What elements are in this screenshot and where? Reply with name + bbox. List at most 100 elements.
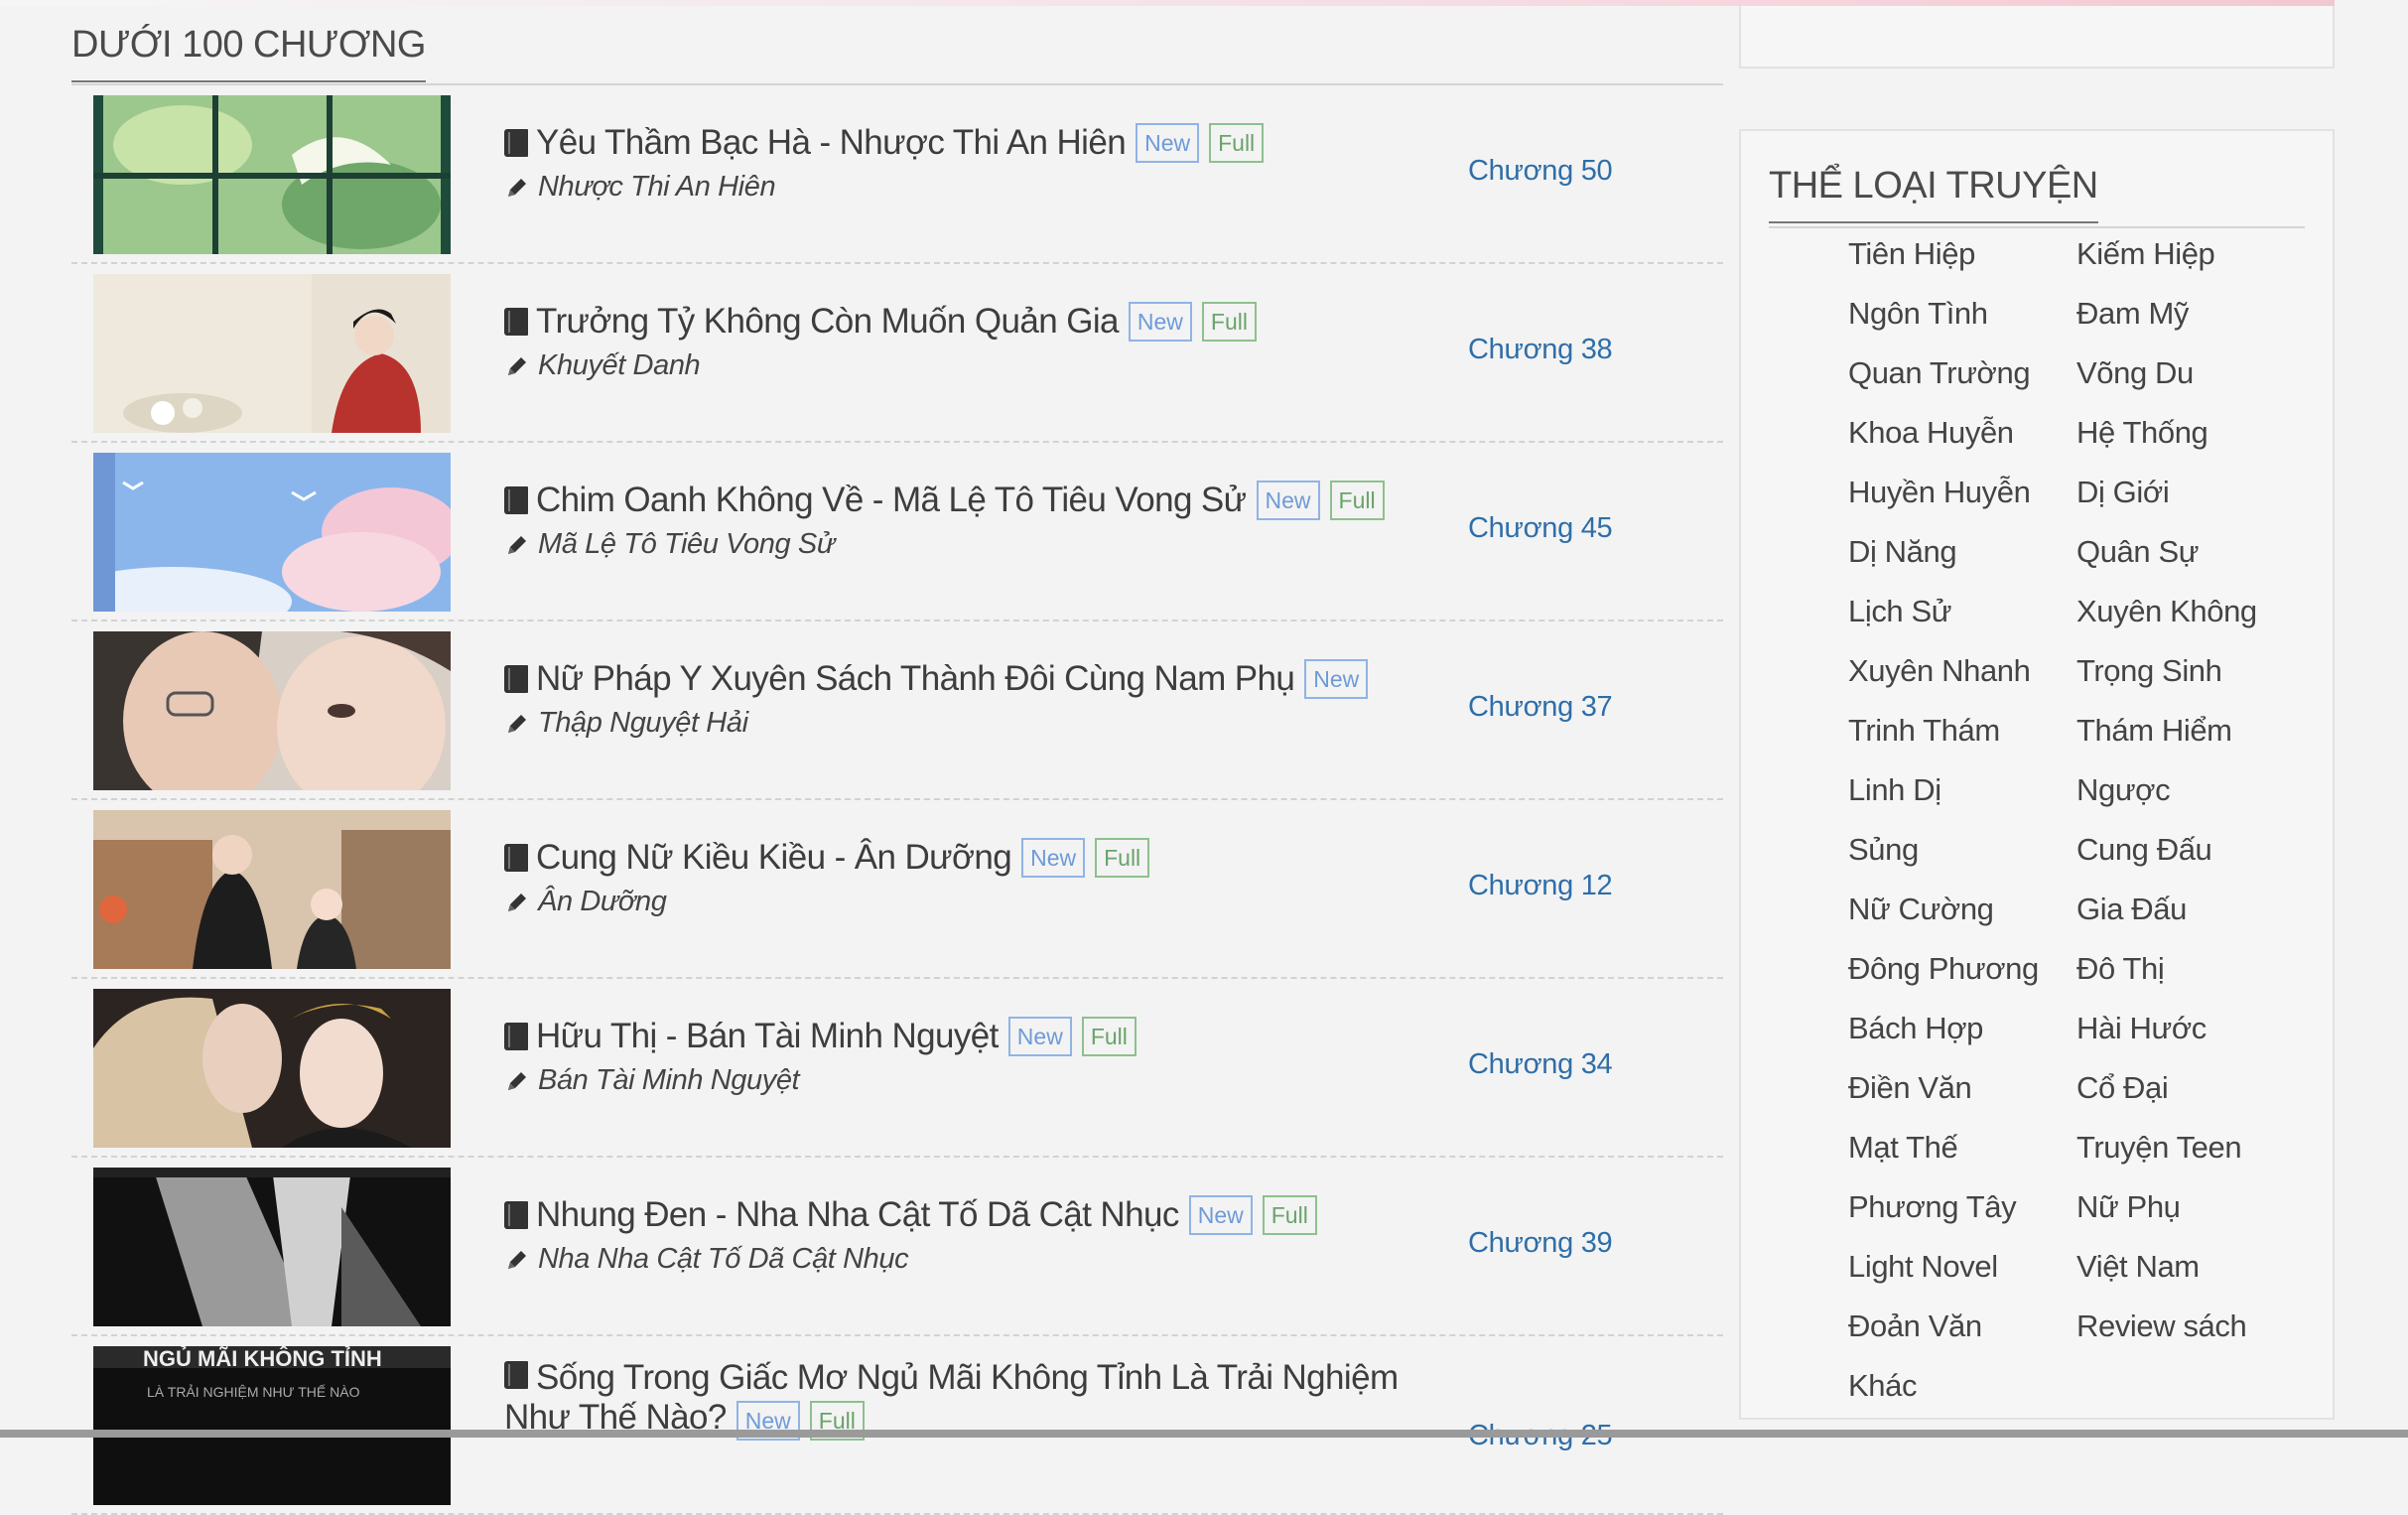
story-row: Nhung Đen - Nha Nha Cật Tố Dã Cật Nhục Ne… [71, 1158, 1723, 1336]
genre-link[interactable]: Điền Văn [1848, 1058, 2076, 1118]
genre-link[interactable]: Ngôn Tình [1848, 284, 2076, 344]
book-icon [504, 665, 528, 693]
pencil-icon [508, 535, 526, 554]
genre-link[interactable]: Tiên Hiệp [1848, 224, 2076, 284]
book-icon [504, 1201, 528, 1229]
genre-link[interactable]: Gia Đấu [2076, 880, 2305, 939]
genre-link[interactable]: Võng Du [2076, 344, 2305, 403]
latest-chapter-link[interactable]: Chương 50 [1468, 155, 1613, 188]
genre-link[interactable]: Khoa Huyễn [1848, 403, 2076, 463]
story-author: Mã Lệ Tô Tiêu Vong Sử [504, 528, 835, 561]
story-list-section: DƯỚI 100 CHƯƠNG Yêu Thầm Bạc Hà - Nhược … [71, 6, 1723, 1515]
story-cover-thumbnail[interactable]: NGỦ MÃI KHÔNG TỈNH LÀ TRẢI NGHIỆM NHƯ THẾ… [93, 1346, 451, 1505]
story-cover-thumbnail[interactable] [93, 453, 451, 612]
book-icon [504, 844, 528, 872]
genre-link[interactable]: Review sách [2076, 1297, 2305, 1356]
genre-link[interactable]: Lịch Sử [1848, 582, 2076, 641]
new-badge: New [1304, 659, 1369, 699]
genre-link[interactable]: Truyện Teen [2076, 1118, 2305, 1177]
section-header: DƯỚI 100 CHƯƠNG [71, 6, 1723, 85]
genre-link[interactable]: Bách Hợp [1848, 999, 2076, 1058]
story-author: Khuyết Danh [504, 349, 701, 382]
genre-link[interactable]: Trinh Thám [1848, 701, 2076, 760]
genre-link[interactable]: Kiếm Hiệp [2076, 224, 2305, 284]
genre-link[interactable]: Trọng Sinh [2076, 641, 2305, 701]
pencil-icon [508, 1250, 526, 1269]
story-title-link[interactable]: Trưởng Tỷ Không Còn Muốn Quản Gia [536, 302, 1119, 342]
genre-link[interactable]: Quân Sự [2076, 522, 2305, 582]
story-title-line: Cung Nữ Kiều Kiều - Ân Dưỡng New Full [504, 838, 1497, 878]
story-title-link[interactable]: Cung Nữ Kiều Kiều - Ân Dưỡng [536, 838, 1012, 878]
genre-link[interactable]: Huyền Huyễn [1848, 463, 2076, 522]
genre-link[interactable]: Quan Trường [1848, 344, 2076, 403]
genre-link[interactable]: Nữ Cường [1848, 880, 2076, 939]
genre-link[interactable]: Khác [1848, 1356, 2076, 1416]
story-title-line: Nữ Pháp Y Xuyên Sách Thành Đôi Cùng Nam … [504, 659, 1497, 699]
pencil-icon [508, 356, 526, 375]
genre-link[interactable]: Mạt Thế [1848, 1118, 2076, 1177]
latest-chapter-link[interactable]: Chương 45 [1468, 512, 1613, 545]
genre-link[interactable]: Thám Hiểm [2076, 701, 2305, 760]
story-cover-thumbnail[interactable] [93, 810, 451, 969]
genre-link[interactable]: Nữ Phụ [2076, 1177, 2305, 1237]
thumb-caption: NGỦ MÃI KHÔNG TỈNH [143, 1346, 382, 1371]
genre-link[interactable]: Đông Phương [1848, 939, 2076, 999]
pencil-icon [508, 178, 526, 197]
sidebar-title: THỂ LOẠI TRUYỆN [1769, 165, 2098, 223]
genre-link[interactable]: Xuyên Không [2076, 582, 2305, 641]
full-badge: Full [1262, 1195, 1317, 1235]
sidebar-header: THỂ LOẠI TRUYỆN [1769, 149, 2305, 228]
story-title-link[interactable]: Hữu Thị - Bán Tài Minh Nguyệt [536, 1017, 999, 1056]
genre-link[interactable]: Đam Mỹ [2076, 284, 2305, 344]
story-cover-thumbnail[interactable] [93, 989, 451, 1148]
story-row: Trưởng Tỷ Không Còn Muốn Quản Gia New Full… [71, 264, 1723, 443]
story-title-link[interactable]: Yêu Thầm Bạc Hà - Nhược Thi An Hiên [536, 123, 1127, 163]
genre-link[interactable]: Dị Giới [2076, 463, 2305, 522]
story-title-line: Nhung Đen - Nha Nha Cật Tố Dã Cật Nhục Ne… [504, 1195, 1497, 1235]
genre-link[interactable]: Cung Đấu [2076, 820, 2305, 880]
author-name: Nhược Thi An Hiên [538, 171, 776, 203]
genre-link[interactable]: Đô Thị [2076, 939, 2305, 999]
latest-chapter-link[interactable]: Chương 38 [1468, 334, 1613, 366]
book-icon [504, 1361, 528, 1389]
genre-link[interactable]: Cổ Đại [2076, 1058, 2305, 1118]
story-title-link[interactable]: Nữ Pháp Y Xuyên Sách Thành Đôi Cùng Nam … [536, 659, 1295, 699]
pencil-icon [508, 893, 526, 911]
bottom-scroll-edge [0, 1430, 2408, 1438]
story-title-link[interactable]: Sống Trong Giấc Mơ Ngủ Mãi Không Tỉnh Là… [504, 1358, 1399, 1437]
new-badge: New [1188, 1195, 1253, 1235]
story-title-line: Hữu Thị - Bán Tài Minh Nguyệt New Full [504, 1017, 1497, 1056]
story-cover-thumbnail[interactable] [93, 95, 451, 254]
genre-link[interactable]: Sủng [1848, 820, 2076, 880]
story-title-line: Chim Oanh Không Về - Mã Lệ Tô Tiêu Vong … [504, 481, 1497, 520]
story-cover-thumbnail[interactable] [93, 631, 451, 790]
genre-link[interactable]: Hệ Thống [2076, 403, 2305, 463]
new-badge: New [1136, 123, 1200, 163]
genre-link[interactable]: Xuyên Nhanh [1848, 641, 2076, 701]
latest-chapter-link[interactable]: Chương 12 [1468, 870, 1613, 902]
genre-link[interactable]: Dị Năng [1848, 522, 2076, 582]
story-author: Ân Dưỡng [504, 886, 667, 918]
story-list: Yêu Thầm Bạc Hà - Nhược Thi An Hiên New Fu… [71, 85, 1723, 1515]
latest-chapter-link[interactable]: Chương 39 [1468, 1227, 1613, 1260]
story-author: Bán Tài Minh Nguyệt [504, 1064, 800, 1097]
genre-link[interactable]: Hài Hước [2076, 999, 2305, 1058]
story-row: Chim Oanh Không Về - Mã Lệ Tô Tiêu Vong … [71, 443, 1723, 621]
author-name: Mã Lệ Tô Tiêu Vong Sử [538, 528, 835, 560]
thumb-subcaption: LÀ TRẢI NGHIỆM NHƯ THẾ NÀO [147, 1384, 360, 1400]
story-cover-thumbnail[interactable] [93, 1168, 451, 1326]
story-title-link[interactable]: Nhung Đen - Nha Nha Cật Tố Dã Cật Nhục [536, 1195, 1179, 1235]
story-cover-thumbnail[interactable] [93, 274, 451, 433]
latest-chapter-link[interactable]: Chương 34 [1468, 1048, 1613, 1081]
genre-link[interactable]: Ngược [2076, 760, 2305, 820]
latest-chapter-link[interactable]: Chương 37 [1468, 691, 1613, 724]
story-title-link[interactable]: Chim Oanh Không Về - Mã Lệ Tô Tiêu Vong … [536, 481, 1247, 520]
genre-link[interactable]: Linh Dị [1848, 760, 2076, 820]
new-badge: New [1021, 838, 1086, 878]
genre-link[interactable]: Đoản Văn [1848, 1297, 2076, 1356]
new-badge: New [1256, 481, 1320, 520]
genre-link[interactable]: Light Novel [1848, 1237, 2076, 1297]
genre-link[interactable]: Phương Tây [1848, 1177, 2076, 1237]
genre-link[interactable]: Việt Nam [2076, 1237, 2305, 1297]
full-badge: Full [1209, 123, 1265, 163]
